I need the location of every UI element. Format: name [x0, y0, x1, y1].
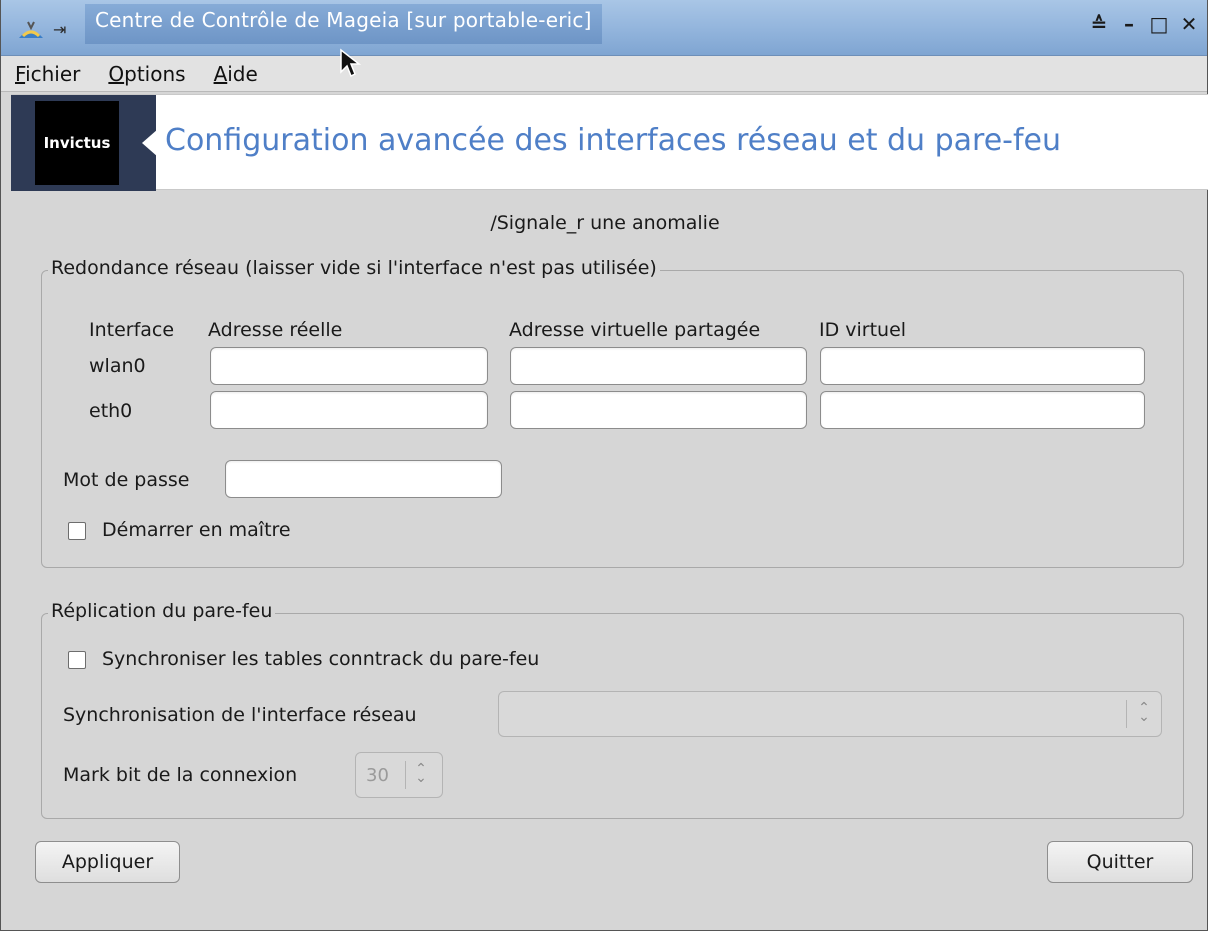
- sync-conntrack-label[interactable]: Synchroniser les tables conntrack du par…: [102, 648, 539, 670]
- banner-logo-panel: Invictus: [11, 95, 156, 191]
- menu-fichier[interactable]: Fichier: [11, 60, 84, 88]
- up-down-chevron-icon: ⌃ ⌄: [1138, 700, 1150, 725]
- start-master-checkbox[interactable]: [68, 522, 86, 540]
- mark-bit-label: Mark bit de la connexion: [63, 764, 298, 786]
- eth0-real-address-field[interactable]: [210, 391, 488, 429]
- wlan0-virtual-id-field[interactable]: [820, 347, 1145, 385]
- page-title: Configuration avancée des interfaces rés…: [165, 123, 1062, 158]
- quit-button[interactable]: Quitter: [1047, 841, 1193, 883]
- virtual-id-column-header: ID virtuel: [819, 319, 907, 341]
- menu-options[interactable]: Options: [104, 60, 189, 88]
- real-address-column-header: Adresse réelle: [208, 319, 343, 341]
- close-window-icon[interactable]: ✕: [1179, 12, 1199, 36]
- shade-window-icon[interactable]: ≙: [1089, 12, 1109, 36]
- wlan0-virtual-address-field[interactable]: [510, 347, 807, 385]
- eth0-virtual-address-field[interactable]: [510, 391, 807, 429]
- interface-label-wlan0: wlan0: [89, 355, 146, 377]
- menu-aide[interactable]: Aide: [210, 60, 262, 88]
- pin-icon[interactable]: ⇥: [53, 20, 66, 39]
- application-window: ⇥ Centre de Contrôle de Mageia [sur port…: [0, 0, 1208, 931]
- mouse-pointer-icon: [340, 48, 362, 78]
- password-label: Mot de passe: [63, 469, 190, 491]
- spin-divider: [405, 761, 406, 789]
- mark-bit-spinbox[interactable]: 30 ⌃ ⌄: [355, 752, 443, 798]
- wlan0-real-address-field[interactable]: [210, 347, 488, 385]
- virtual-address-column-header: Adresse virtuelle partagée: [509, 319, 761, 341]
- interface-label-eth0: eth0: [89, 400, 133, 422]
- start-master-label[interactable]: Démarrer en maître: [102, 519, 291, 541]
- replication-legend: Réplication du pare-feu: [48, 600, 276, 622]
- sync-interface-combobox[interactable]: ⌃ ⌄: [498, 691, 1162, 737]
- window-title: Centre de Contrôle de Mageia [sur portab…: [85, 4, 602, 44]
- title-bar[interactable]: ⇥ Centre de Contrôle de Mageia [sur port…: [1, 0, 1207, 56]
- report-bug-link[interactable]: /Signale_r une anomalie: [1, 212, 1208, 234]
- banner-notch: [142, 129, 158, 157]
- maximize-window-icon[interactable]: □: [1149, 12, 1169, 36]
- menu-bar: Fichier Options Aide: [1, 56, 1207, 92]
- interface-column-header: Interface: [89, 319, 175, 341]
- invictus-logo: Invictus: [35, 101, 119, 185]
- header-banner: Invictus Configuration avancée des inter…: [11, 94, 1208, 191]
- combo-divider: [1126, 700, 1127, 728]
- apply-button[interactable]: Appliquer: [35, 841, 180, 883]
- mark-bit-value: 30: [366, 765, 389, 786]
- mageia-app-icon: [19, 21, 43, 38]
- eth0-virtual-id-field[interactable]: [820, 391, 1145, 429]
- sync-interface-label: Synchronisation de l'interface réseau: [63, 704, 417, 726]
- sync-conntrack-checkbox[interactable]: [68, 651, 86, 669]
- spin-up-down-icon[interactable]: ⌃ ⌄: [414, 762, 428, 785]
- redundancy-legend: Redondance réseau (laisser vide si l'int…: [48, 257, 660, 279]
- password-field[interactable]: [225, 460, 502, 498]
- minimize-window-icon[interactable]: –: [1119, 12, 1139, 36]
